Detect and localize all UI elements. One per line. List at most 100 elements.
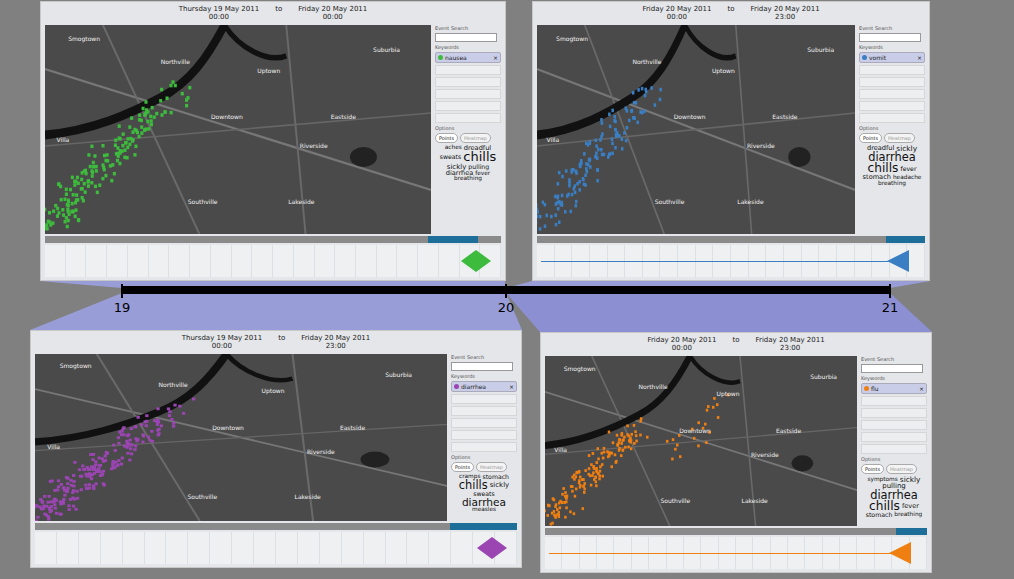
event-point[interactable] (47, 518, 50, 521)
event-point[interactable] (611, 452, 613, 455)
event-point[interactable] (626, 433, 628, 436)
event-point[interactable] (552, 497, 554, 500)
event-point[interactable] (46, 501, 49, 504)
event-point[interactable] (98, 183, 101, 187)
event-point[interactable] (66, 482, 69, 485)
event-point[interactable] (116, 146, 119, 150)
event-point[interactable] (626, 109, 629, 113)
event-point[interactable] (620, 442, 622, 445)
event-point[interactable] (592, 452, 594, 455)
event-point[interactable] (68, 213, 71, 217)
map[interactable]: SmogtownNorthvilleUptownSuburbiaDowntown… (545, 356, 857, 526)
event-point[interactable] (650, 86, 653, 90)
event-point[interactable] (80, 178, 83, 182)
event-point[interactable] (66, 208, 69, 212)
event-point[interactable] (582, 485, 584, 488)
event-point[interactable] (537, 220, 538, 224)
event-point[interactable] (64, 198, 67, 202)
remove-button[interactable]: × (919, 385, 924, 392)
event-point[interactable] (134, 445, 137, 448)
event-point[interactable] (148, 439, 151, 442)
time-slider[interactable] (45, 236, 501, 243)
event-point[interactable] (619, 439, 621, 442)
event-point[interactable] (93, 465, 96, 468)
option-button[interactable]: Points (451, 462, 474, 472)
event-point[interactable] (76, 497, 79, 500)
event-point[interactable] (69, 188, 72, 192)
event-point[interactable] (602, 457, 604, 460)
event-point[interactable] (144, 111, 147, 115)
event-point[interactable] (102, 166, 105, 170)
event-point[interactable] (156, 407, 159, 410)
keyword-slot[interactable] (859, 101, 925, 111)
event-point[interactable] (45, 514, 48, 517)
event-point[interactable] (596, 470, 598, 473)
event-point[interactable] (611, 137, 614, 141)
event-point[interactable] (537, 208, 538, 212)
event-point[interactable] (72, 485, 75, 488)
search-input[interactable] (451, 362, 513, 371)
keyword-slot[interactable] (861, 408, 927, 418)
event-point[interactable] (65, 216, 68, 220)
keyword-slot[interactable] (435, 89, 501, 99)
event-point[interactable] (159, 99, 162, 103)
event-point[interactable] (57, 183, 60, 187)
event-point[interactable] (621, 432, 623, 435)
event-point[interactable] (60, 483, 63, 486)
keyword-slot[interactable] (435, 65, 501, 75)
option-button[interactable]: Points (435, 133, 458, 143)
time-window[interactable] (428, 236, 478, 243)
event-point[interactable] (74, 508, 77, 511)
event-point[interactable] (92, 487, 95, 490)
event-point[interactable] (80, 187, 83, 191)
keyword-slot[interactable] (435, 113, 501, 123)
event-point[interactable] (118, 136, 121, 140)
event-point[interactable] (600, 148, 603, 152)
event-point[interactable] (574, 495, 576, 498)
keyword-slot[interactable] (451, 430, 517, 440)
event-point[interactable] (140, 119, 143, 123)
event-point[interactable] (712, 406, 714, 409)
event-point[interactable] (571, 490, 573, 493)
event-point[interactable] (116, 463, 119, 466)
event-point[interactable] (558, 220, 561, 224)
event-point[interactable] (617, 444, 619, 447)
search-input[interactable] (861, 364, 923, 373)
keyword-slot[interactable] (861, 396, 927, 406)
event-point[interactable] (72, 505, 75, 508)
event-point[interactable] (141, 441, 144, 444)
event-point[interactable] (580, 159, 583, 163)
event-point[interactable] (81, 464, 84, 467)
event-point[interactable] (160, 88, 163, 92)
event-point[interactable] (697, 421, 699, 424)
event-point[interactable] (90, 465, 93, 468)
event-point[interactable] (596, 168, 599, 172)
event-point[interactable] (78, 468, 81, 471)
time-slider[interactable] (537, 236, 925, 243)
event-point[interactable] (75, 490, 78, 493)
event-point[interactable] (145, 424, 148, 427)
event-point[interactable] (621, 137, 624, 141)
event-point[interactable] (609, 125, 612, 129)
event-point[interactable] (66, 487, 69, 490)
event-point[interactable] (607, 455, 609, 458)
event-point[interactable] (564, 516, 566, 519)
event-point[interactable] (104, 459, 107, 462)
event-point[interactable] (91, 174, 94, 178)
event-point[interactable] (126, 452, 129, 455)
event-point[interactable] (41, 507, 44, 510)
event-point[interactable] (594, 476, 596, 479)
event-point[interactable] (131, 130, 134, 134)
event-point[interactable] (596, 179, 599, 183)
option-button[interactable]: Heatmap (886, 464, 917, 474)
cloud-word[interactable]: fever (474, 171, 491, 177)
event-point[interactable] (57, 485, 60, 488)
cloud-word[interactable]: breathing (877, 181, 907, 187)
event-point[interactable] (166, 96, 169, 100)
event-point[interactable] (565, 506, 567, 509)
event-point[interactable] (654, 103, 657, 107)
event-point[interactable] (92, 165, 95, 169)
event-point[interactable] (72, 474, 75, 477)
event-point[interactable] (147, 436, 150, 439)
event-point[interactable] (101, 457, 104, 460)
